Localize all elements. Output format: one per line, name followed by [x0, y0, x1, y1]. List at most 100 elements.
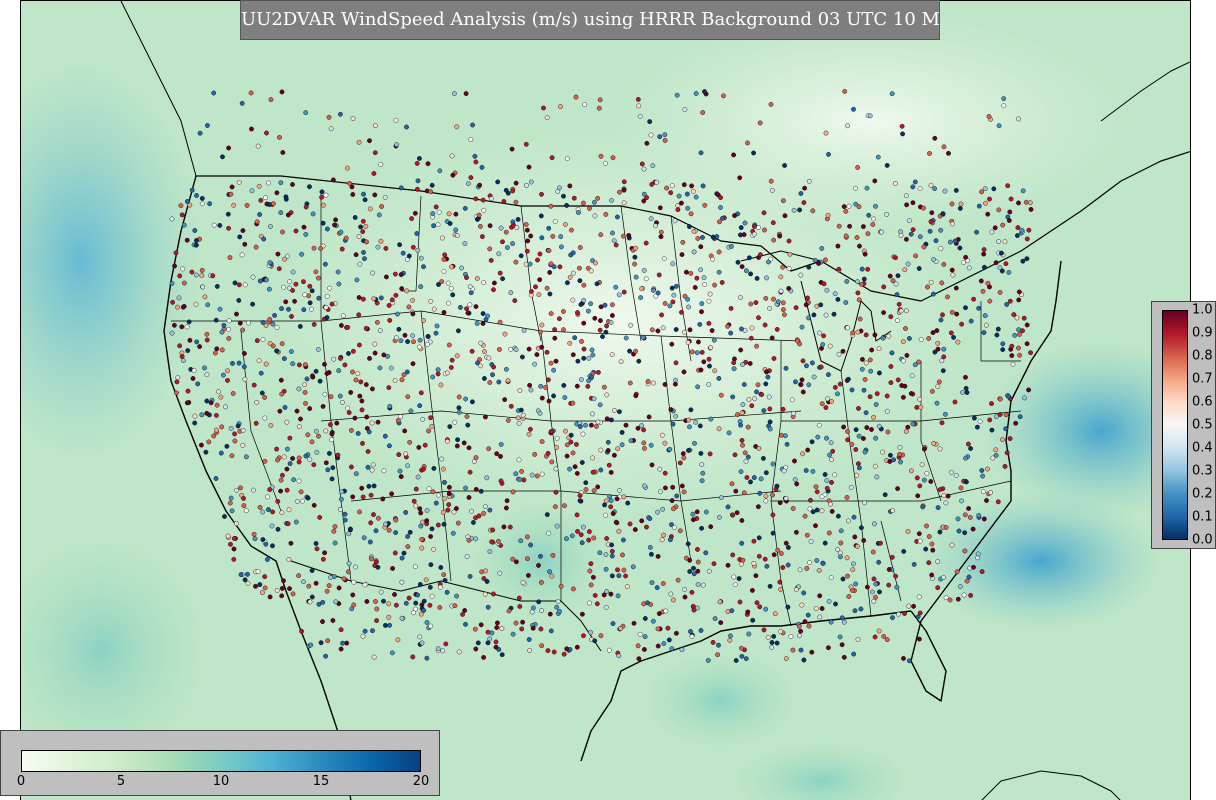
station-marker — [539, 344, 545, 350]
station-marker — [636, 656, 642, 662]
station-marker — [671, 292, 677, 298]
station-marker — [516, 457, 522, 463]
station-marker — [409, 216, 414, 222]
station-marker — [1028, 206, 1034, 212]
station-marker — [794, 587, 799, 593]
station-marker — [697, 423, 703, 429]
station-marker — [772, 611, 778, 617]
station-marker — [836, 513, 841, 519]
station-marker — [298, 416, 303, 422]
station-marker — [621, 567, 627, 573]
station-marker — [699, 525, 704, 531]
station-marker — [961, 259, 966, 265]
station-marker — [562, 395, 568, 400]
station-marker — [693, 419, 698, 425]
station-marker — [490, 527, 496, 533]
station-marker — [679, 483, 685, 489]
station-marker — [705, 658, 711, 663]
station-marker — [284, 446, 290, 452]
station-marker — [761, 627, 767, 633]
station-marker — [394, 311, 400, 317]
station-marker — [920, 504, 926, 510]
station-marker — [420, 416, 425, 422]
station-marker — [482, 349, 487, 354]
station-marker — [260, 336, 266, 342]
station-marker — [260, 509, 266, 515]
station-marker — [527, 382, 532, 388]
station-marker — [353, 377, 359, 383]
station-marker — [685, 296, 690, 302]
station-marker — [355, 371, 361, 376]
station-marker — [731, 360, 737, 366]
station-marker — [562, 503, 567, 509]
station-marker — [816, 422, 822, 428]
station-marker — [744, 475, 750, 480]
station-marker — [204, 337, 210, 343]
station-marker — [804, 566, 810, 571]
station-marker — [362, 582, 368, 588]
station-marker — [537, 410, 543, 416]
station-marker — [671, 597, 676, 603]
station-marker — [1020, 328, 1025, 334]
station-marker — [826, 645, 831, 651]
station-marker — [593, 260, 598, 266]
station-marker — [316, 433, 321, 439]
station-marker — [1001, 103, 1007, 109]
station-marker — [754, 343, 759, 349]
station-marker — [243, 508, 249, 513]
station-marker — [655, 554, 661, 559]
station-marker — [485, 604, 491, 610]
station-marker — [748, 271, 753, 277]
station-marker — [941, 261, 947, 267]
station-marker — [596, 105, 602, 111]
station-marker — [791, 207, 797, 213]
station-marker — [374, 606, 380, 612]
station-marker — [975, 551, 981, 557]
station-marker — [320, 600, 326, 605]
station-marker — [336, 281, 342, 287]
station-marker — [258, 370, 264, 376]
station-marker — [382, 623, 388, 628]
station-marker — [290, 269, 296, 275]
station-marker — [718, 495, 724, 500]
station-marker — [606, 462, 612, 468]
station-marker — [587, 529, 592, 534]
station-marker — [580, 431, 586, 437]
station-marker — [282, 404, 288, 410]
station-marker — [1006, 394, 1011, 399]
station-marker — [590, 455, 595, 461]
station-marker — [214, 346, 220, 352]
station-marker — [310, 373, 315, 379]
station-marker — [581, 282, 587, 288]
station-marker — [835, 391, 840, 397]
station-marker — [495, 538, 501, 544]
station-marker — [967, 515, 973, 520]
wind-speed-colorbar-gradient — [21, 750, 421, 772]
station-marker — [616, 573, 622, 579]
station-marker — [895, 318, 900, 323]
station-marker — [468, 175, 474, 181]
station-marker — [814, 489, 820, 495]
station-marker — [435, 367, 441, 373]
station-marker — [264, 557, 270, 562]
station-marker — [469, 348, 475, 354]
station-marker — [725, 504, 731, 510]
station-marker — [369, 386, 375, 392]
station-marker — [328, 126, 334, 132]
station-marker — [393, 117, 399, 123]
station-marker — [361, 249, 366, 255]
station-marker — [473, 196, 479, 202]
station-marker — [278, 377, 284, 383]
station-marker — [752, 396, 757, 402]
station-marker — [871, 576, 877, 582]
station-marker — [538, 553, 543, 559]
station-marker — [679, 200, 684, 206]
station-marker — [1002, 463, 1008, 469]
station-marker — [436, 282, 441, 287]
station-marker — [898, 232, 904, 238]
station-marker — [254, 399, 260, 405]
station-marker — [510, 556, 516, 562]
station-marker — [798, 628, 803, 634]
station-marker — [454, 353, 460, 359]
station-marker — [758, 476, 764, 482]
